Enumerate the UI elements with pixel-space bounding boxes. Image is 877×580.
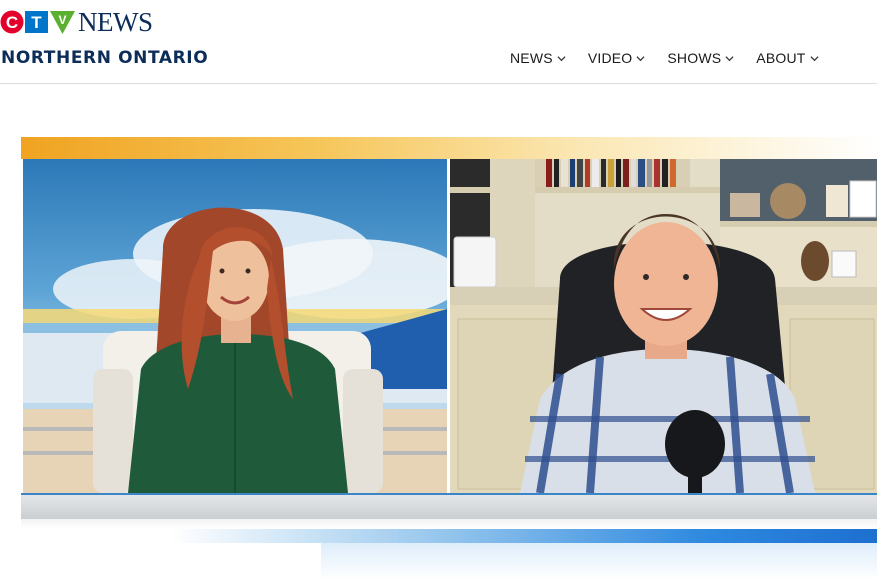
logo-letter-t: T	[31, 13, 42, 32]
remote-guest-image	[450, 159, 877, 493]
nav-item-news[interactable]: NEWS	[510, 50, 566, 66]
ctv-logo-mark: C T V	[0, 8, 76, 36]
chevron-down-icon	[636, 55, 645, 61]
logo-letter-c: C	[6, 13, 18, 32]
nav-item-shows[interactable]: SHOWS	[667, 50, 734, 66]
nav-item-label: VIDEO	[587, 50, 633, 66]
nav-item-label: SHOWS	[667, 50, 722, 66]
lower-third-stripe	[21, 519, 877, 529]
nav-item-video[interactable]: VIDEO	[588, 50, 646, 66]
video-player[interactable]	[21, 137, 877, 580]
blue-glow-graphic	[321, 543, 877, 580]
blue-streak-graphic	[171, 529, 877, 543]
studio-host-image	[23, 207, 447, 493]
chevron-down-icon	[557, 55, 566, 61]
main-nav: NEWS VIDEO SHOWS ABOUT	[510, 50, 819, 66]
nav-item-label: NEWS	[510, 50, 553, 66]
ctv-news-logo[interactable]: C T V NEWS	[0, 8, 153, 36]
nav-item-about[interactable]: ABOUT	[756, 50, 819, 66]
header-divider	[0, 83, 877, 84]
region-title[interactable]: NORTHERN ONTARIO	[1, 48, 208, 68]
news-wordmark: NEWS	[78, 7, 153, 37]
books	[546, 159, 676, 187]
remote-guest-panel	[450, 159, 877, 493]
video-top-bar	[21, 137, 877, 159]
chevron-down-icon	[809, 55, 819, 61]
nav-item-label: ABOUT	[756, 50, 806, 66]
studio-host-panel	[23, 159, 447, 493]
logo-letter-v: V	[58, 13, 66, 27]
lower-third-bar	[21, 493, 877, 521]
chevron-down-icon	[725, 55, 734, 61]
